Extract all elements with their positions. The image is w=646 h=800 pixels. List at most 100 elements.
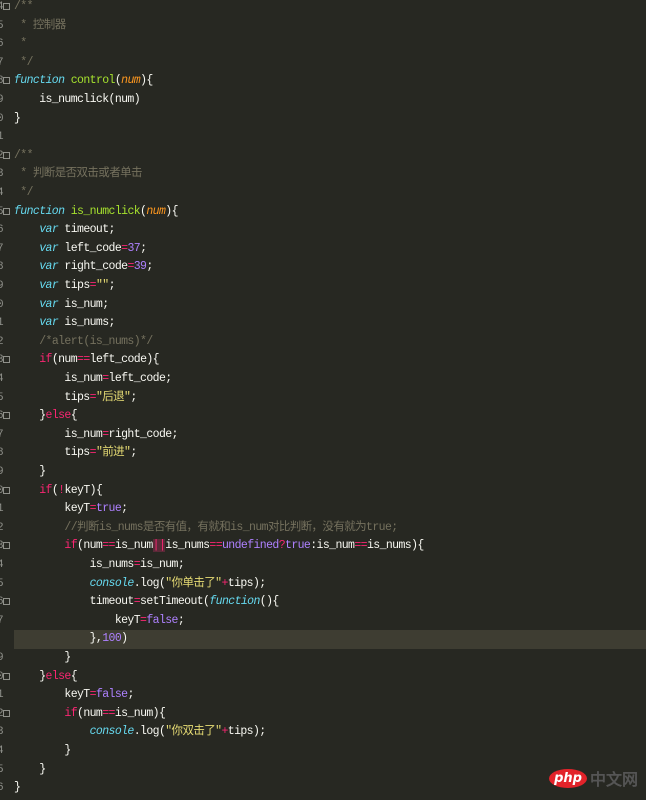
code-text: keyT=false; [14,612,185,631]
fold-toggle-icon[interactable] [3,207,10,215]
code-token: "你单击了" [165,576,222,590]
code-line[interactable]: 0 var is_num; [0,296,646,315]
code-line[interactable]: 7 keyT=false; [0,612,646,631]
code-token: tips); [227,725,266,739]
fold-toggle-icon[interactable] [3,356,10,364]
code-token: is_num; [58,297,109,311]
code-token: keyT [14,502,90,516]
code-line[interactable]: 3 * 判断是否双击或者单击 [0,165,646,184]
code-line[interactable]: 9 is_numclick(num) [0,91,646,110]
code-line[interactable]: 3 console.log("你双击了"+tips); [0,723,646,742]
code-token: if [64,706,78,720]
code-token: function [14,74,65,88]
code-text: if(!keyT){ [14,482,103,501]
fold-toggle-icon[interactable] [3,542,10,550]
code-token: if [64,539,78,553]
code-line[interactable]: 6 timeout=setTimeout(function(){ [0,593,646,612]
fold-toggle-icon[interactable] [3,77,10,85]
line-number: 7 [0,54,5,73]
code-text: if(num==left_code){ [14,351,159,370]
code-line[interactable]: 1 keyT=false; [0,686,646,705]
code-text: }else{ [14,407,77,426]
code-line[interactable]: 2 /*alert(is_nums)*/ [0,333,646,352]
code-line[interactable]: 1 var is_nums; [0,314,646,333]
code-line[interactable]: 9 var tips=""; [0,277,646,296]
fold-toggle-icon[interactable] [3,151,10,159]
fold-toggle-icon[interactable] [3,709,10,717]
code-line[interactable]: 8 tips="前进"; [0,444,646,463]
code-token: == [102,539,115,553]
code-line[interactable]: 2/** [0,147,646,166]
code-line[interactable]: 7 var left_code=37; [0,240,646,259]
code-line[interactable]: 6 }else{ [0,407,646,426]
code-token: num [121,74,141,88]
code-token: } [14,651,71,664]
code-text: * 控制器 [14,17,66,36]
code-line[interactable]: 4 is_num=left_code; [0,370,646,389]
code-line[interactable]: 5function is_numclick(num){ [0,203,646,222]
code-line[interactable]: 6 * [0,35,646,54]
code-text: var is_nums; [14,314,115,333]
code-token: == [354,539,367,553]
code-line[interactable]: 4 } [0,742,646,761]
code-line[interactable]: 3 if(num==left_code){ [0,351,646,370]
code-token: is_nums){ [366,539,424,553]
code-token: is_nums; [58,316,115,330]
code-token: }, [14,632,103,646]
code-line[interactable]: 8 },100) [14,630,646,649]
code-token: is_num [14,427,103,441]
code-token: tips [58,279,90,292]
code-text: } [14,779,21,798]
code-line[interactable]: 6 var timeout; [0,221,646,240]
code-line[interactable]: 8function control(num){ [0,72,646,91]
code-line[interactable]: 1 [0,128,646,147]
code-token: var [39,279,59,292]
code-token: 37 [127,241,141,255]
line-number: 5 [0,389,5,408]
code-line[interactable]: 5 tips="后退"; [0,389,646,408]
code-line[interactable]: 9 } [0,463,646,482]
code-line[interactable]: 4 */ [0,184,646,203]
line-number: 6 [0,779,5,798]
code-text: //判断is_nums是否有值，有就和is_num对比判断，没有就为true; [14,519,398,538]
code-token: == [77,353,90,367]
code-line[interactable]: 4 is_nums=is_num; [0,556,646,575]
code-token: num [146,204,166,218]
fold-toggle-icon[interactable] [3,3,10,10]
code-line[interactable]: 5 * 控制器 [0,17,646,36]
code-line[interactable]: 0 }else{ [0,668,646,687]
code-editor[interactable]: 4/**5 * 控制器6 *7 */8function control(num)… [0,0,646,800]
fold-toggle-icon[interactable] [3,486,10,494]
code-text: console.log("你单击了"+tips); [14,575,267,594]
line-number: 0 [0,110,5,129]
code-line[interactable]: 0 if(!keyT){ [0,482,646,501]
code-line[interactable]: 5 console.log("你单击了"+tips); [0,575,646,594]
code-line[interactable]: 3 if(num==is_num||is_nums==undefined?tru… [0,537,646,556]
fold-toggle-icon[interactable] [3,672,10,680]
fold-toggle-icon[interactable] [3,412,10,420]
code-line[interactable]: 7 is_num=right_code; [0,426,646,445]
code-line[interactable]: 1 keyT=true; [0,500,646,519]
code-token: tips); [227,576,266,590]
code-token: control [70,74,116,88]
code-token: is_numclick [70,204,141,218]
code-token: ; [140,241,147,255]
code-text: timeout=setTimeout(function(){ [14,593,280,612]
code-line[interactable]: 8 var right_code=39; [0,258,646,277]
line-number: 6 [0,35,5,54]
code-token: "你双击了" [165,725,222,739]
code-line[interactable]: 0} [0,110,646,129]
code-text: var right_code=39; [14,258,153,277]
line-number: 8 [0,258,5,277]
code-line[interactable]: 9 } [0,649,646,668]
code-line[interactable]: 7 */ [0,54,646,73]
code-line[interactable]: 4/** [0,0,646,17]
fold-toggle-icon[interactable] [3,598,10,606]
code-text: var tips=""; [14,277,115,296]
code-token: ) [121,632,128,646]
code-line[interactable]: 2 //判断is_nums是否有值，有就和is_num对比判断，没有就为true… [0,519,646,538]
code-line[interactable]: 2 if(num==is_num){ [0,705,646,724]
